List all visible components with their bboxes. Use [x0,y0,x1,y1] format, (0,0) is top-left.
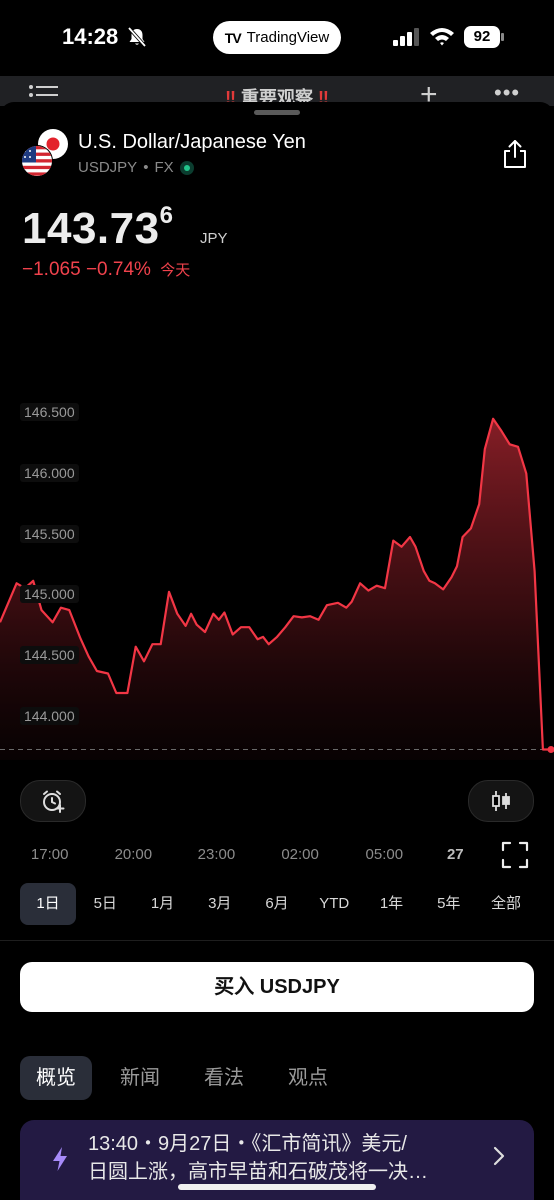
detail-tab[interactable]: 概览 [20,1056,92,1100]
chart-type-button[interactable] [468,780,534,822]
battery-indicator: 92 [464,26,504,48]
sheet-grabber[interactable] [254,110,300,115]
news-line-1: 13:40・9月27日・《汇市简讯》美元/ [88,1133,407,1155]
x-tick-label: 05:00 [365,846,404,863]
detail-tab[interactable]: 观点 [272,1056,344,1100]
symbol-exchange: FX [154,159,174,176]
wifi-icon [430,28,454,46]
range-option[interactable]: 1月 [135,883,191,925]
change-period: 今天 [160,262,191,279]
x-tick-label: 23:00 [197,846,236,863]
y-tick-label: 144.500 [20,646,79,665]
change-percent: −0.74% [85,259,151,280]
symbol-ticker: USDJPY [78,159,138,176]
range-option[interactable]: 1年 [364,883,420,925]
y-tick-label: 146.500 [20,402,79,421]
detail-tabs: 概览 新闻 看法 观点 [20,1056,344,1100]
cellular-signal-icon [393,28,419,46]
range-option[interactable]: YTD [306,883,362,925]
price-change: −1.065 −0.74% 今天 [22,259,190,281]
news-headline: 13:40・9月27日・《汇市简讯》美元/ 日圆上涨，高市早苗和石破茂将一决… [88,1130,488,1186]
app-pill[interactable]: TV TradingView [213,21,341,54]
home-indicator[interactable] [178,1184,376,1190]
subtitle-separator: • [143,159,149,176]
fullscreen-icon[interactable] [500,840,530,870]
change-value: −1.065 [22,259,81,280]
bell-muted-icon [127,26,147,48]
y-tick-label: 145.500 [20,524,79,543]
y-tick-label: 144.000 [20,707,79,726]
time-range-selector: 1日 5日 1月 3月 6月 YTD 1年 5年 全部 [20,883,534,925]
range-option[interactable]: 5年 [421,883,477,925]
app-pill-label: TradingView [246,29,330,46]
symbol-subtitle: USDJPY • FX [78,159,194,176]
status-time: 14:28 [62,24,119,49]
battery-level: 92 [464,26,500,48]
lightning-icon [53,1147,67,1171]
detail-tab[interactable]: 新闻 [104,1056,176,1100]
tradingview-logo-icon: TV [224,29,242,46]
detail-tab[interactable]: 看法 [188,1056,260,1100]
y-tick-label: 146.000 [20,463,79,482]
candlestick-icon [492,791,510,811]
add-alert-button[interactable] [20,780,86,822]
section-divider [0,940,554,941]
range-option[interactable]: 1日 [20,883,76,925]
battery-nub [501,33,504,41]
range-option[interactable]: 5日 [77,883,133,925]
price-last-digit: 6 [159,202,174,230]
usd-jpy-flags-icon [21,129,68,177]
status-bar: 14:28 TV TradingView 92 [0,0,554,76]
range-option[interactable]: 3月 [192,883,248,925]
x-tick-label: 27 [446,846,464,863]
range-option[interactable]: 6月 [249,883,305,925]
chart-area-fill [0,418,554,760]
symbol-name: U.S. Dollar/Japanese Yen [78,131,306,153]
x-tick-label: 17:00 [30,846,69,863]
x-tick-label: 20:00 [114,846,153,863]
news-line-2: 日圆上涨，高市早苗和石破茂将一决… [88,1161,428,1183]
buy-button[interactable]: 买入 USDJPY [20,962,534,1012]
x-tick-label: 02:00 [281,846,319,863]
price-chart[interactable] [0,370,554,760]
price-currency: JPY [200,230,228,247]
chevron-right-icon [493,1146,505,1166]
last-price: 143.736 [22,202,174,253]
share-icon[interactable] [500,138,530,170]
alarm-plus-icon [43,790,65,813]
range-option[interactable]: 全部 [478,883,534,925]
y-tick-label: 145.000 [20,585,79,604]
market-open-status-icon [179,160,194,175]
